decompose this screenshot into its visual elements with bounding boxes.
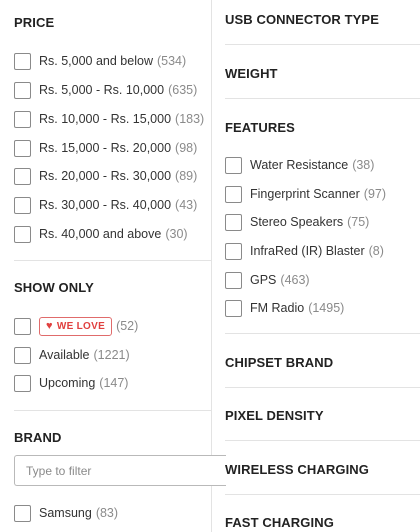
checkbox[interactable] (14, 504, 31, 522)
feature-option-label: Fingerprint Scanner (250, 187, 360, 201)
feature-option-gps[interactable]: GPS (463) (225, 270, 310, 290)
price-option-label: Rs. 20,000 - Rs. 30,000 (39, 169, 172, 183)
price-option-label: Rs. 40,000 and above (39, 227, 162, 241)
section-divider (225, 333, 420, 334)
feature-option-ir-blaster[interactable]: InfraRed (IR) Blaster (8) (225, 241, 384, 261)
price-option-label: Rs. 5,000 and below (39, 54, 153, 68)
we-love-badge: ♥ WE LOVE (39, 316, 113, 336)
price-option-count: (43) (175, 198, 198, 212)
brand-option-label: Samsung (39, 506, 92, 520)
section-divider (225, 44, 420, 45)
heart-icon: ♥ (46, 319, 53, 332)
usb-connector-type-section-title[interactable]: USB CONNECTOR TYPE (225, 12, 379, 27)
checkbox[interactable] (225, 271, 242, 289)
price-option-count: (89) (175, 169, 198, 183)
features-section-title: FEATURES (225, 120, 295, 135)
price-section-title: PRICE (14, 15, 55, 30)
feature-option-count: (97) (363, 187, 387, 201)
brand-option-count: (83) (95, 506, 119, 520)
checkbox[interactable] (225, 299, 242, 317)
we-love-label: WE LOVE (56, 320, 106, 332)
section-divider (225, 387, 420, 388)
price-option-count: (183) (175, 112, 205, 126)
feature-option-label: Stereo Speakers (250, 215, 344, 229)
price-option-5[interactable]: Rs. 30,000 - Rs. 40,000 (43) (14, 195, 197, 215)
checkbox[interactable] (225, 185, 242, 203)
price-option-0[interactable]: Rs. 5,000 and below (534) (14, 51, 186, 71)
checkbox[interactable] (225, 242, 242, 260)
checkbox[interactable] (225, 156, 242, 174)
pixel-density-section-title[interactable]: PIXEL DENSITY (225, 408, 324, 423)
section-divider (225, 440, 420, 441)
price-option-6[interactable]: Rs. 40,000 and above (30) (14, 224, 188, 244)
show-only-count: (147) (99, 376, 129, 390)
weight-section-title[interactable]: WEIGHT (225, 66, 278, 81)
show-only-upcoming[interactable]: Upcoming (147) (14, 373, 128, 393)
price-option-2[interactable]: Rs. 10,000 - Rs. 15,000 (183) (14, 109, 204, 129)
price-option-label: Rs. 10,000 - Rs. 15,000 (39, 112, 172, 126)
we-love-count: (52) (116, 319, 139, 333)
feature-option-count: (38) (352, 158, 375, 172)
show-only-count: (1221) (93, 348, 130, 362)
checkbox[interactable] (14, 374, 31, 392)
show-only-we-love[interactable]: ♥ WE LOVE (52) (14, 316, 138, 336)
price-option-label: Rs. 5,000 - Rs. 10,000 (39, 83, 165, 97)
checkbox[interactable] (14, 52, 31, 70)
wireless-charging-section-title[interactable]: WIRELESS CHARGING (225, 462, 369, 477)
brand-option-samsung[interactable]: Samsung (83) (14, 503, 118, 523)
feature-option-count: (1495) (308, 301, 345, 315)
section-divider (225, 98, 420, 99)
show-only-available[interactable]: Available (1221) (14, 345, 130, 365)
price-option-1[interactable]: Rs. 5,000 - Rs. 10,000 (635) (14, 80, 197, 100)
checkbox[interactable] (14, 139, 31, 157)
checkbox[interactable] (14, 346, 31, 364)
feature-option-count: (8) (368, 244, 384, 258)
chipset-brand-section-title[interactable]: CHIPSET BRAND (225, 355, 333, 370)
price-option-count: (534) (156, 54, 187, 68)
feature-option-label: GPS (250, 273, 277, 287)
section-divider (14, 260, 212, 261)
feature-option-count: (463) (280, 273, 310, 287)
checkbox[interactable] (14, 167, 31, 185)
fast-charging-section-title[interactable]: FAST CHARGING (225, 515, 334, 530)
price-option-count: (98) (175, 141, 198, 155)
show-only-section-title: SHOW ONLY (14, 280, 94, 295)
feature-option-fm-radio[interactable]: FM Radio (1495) (225, 298, 344, 318)
feature-option-label: Water Resistance (250, 158, 349, 172)
price-option-count: (30) (165, 227, 188, 241)
price-option-3[interactable]: Rs. 15,000 - Rs. 20,000 (98) (14, 138, 197, 158)
price-option-label: Rs. 15,000 - Rs. 20,000 (39, 141, 172, 155)
feature-option-count: (75) (347, 215, 370, 229)
checkbox[interactable] (14, 225, 31, 243)
right-filter-column: USB CONNECTOR TYPE WEIGHT FEATURES Water… (213, 0, 420, 532)
checkbox[interactable] (225, 213, 242, 231)
price-option-count: (635) (168, 83, 198, 97)
section-divider (14, 410, 212, 411)
feature-option-label: InfraRed (IR) Blaster (250, 244, 365, 258)
price-option-label: Rs. 30,000 - Rs. 40,000 (39, 198, 172, 212)
price-option-4[interactable]: Rs. 20,000 - Rs. 30,000 (89) (14, 166, 197, 186)
feature-option-label: FM Radio (250, 301, 305, 315)
feature-option-fingerprint-scanner[interactable]: Fingerprint Scanner (97) (225, 184, 386, 204)
section-divider (225, 494, 420, 495)
left-filter-column: PRICE Rs. 5,000 and below (534) Rs. 5,00… (0, 0, 226, 532)
brand-section-title: BRAND (14, 430, 62, 445)
checkbox[interactable] (14, 196, 31, 214)
checkbox[interactable] (14, 110, 31, 128)
show-only-label: Upcoming (39, 376, 96, 390)
checkbox[interactable] (14, 81, 31, 99)
brand-filter-input[interactable] (14, 455, 226, 486)
feature-option-water-resistance[interactable]: Water Resistance (38) (225, 155, 374, 175)
show-only-label: Available (39, 348, 90, 362)
checkbox[interactable] (14, 317, 31, 335)
feature-option-stereo-speakers[interactable]: Stereo Speakers (75) (225, 212, 369, 232)
